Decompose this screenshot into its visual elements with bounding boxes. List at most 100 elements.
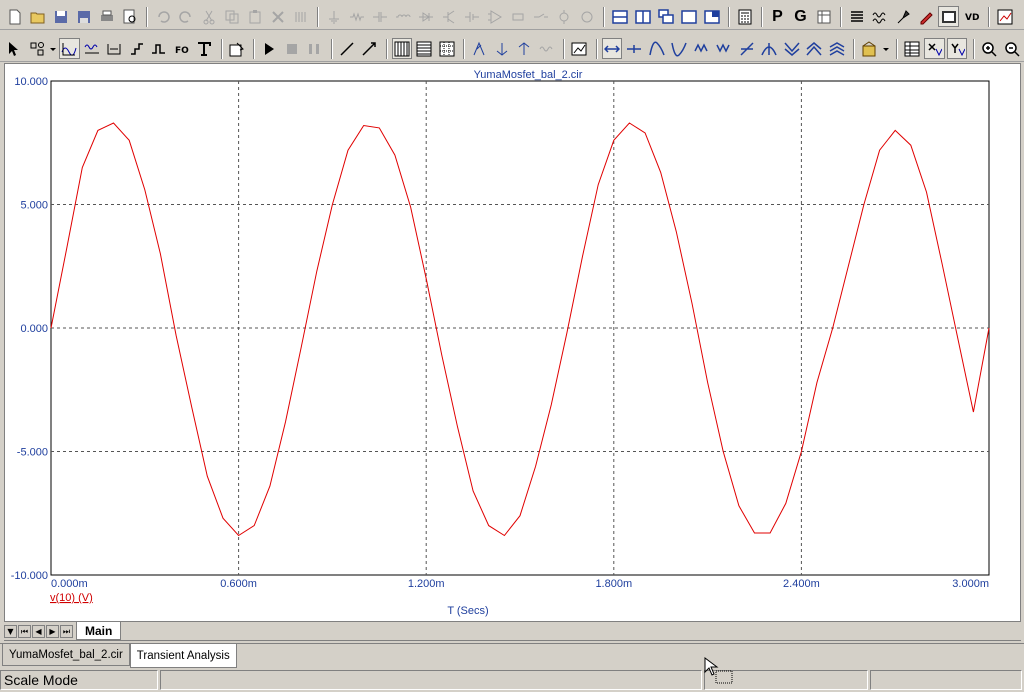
new-file-icon[interactable] <box>4 6 25 27</box>
valley-icon[interactable] <box>669 38 690 59</box>
waveform-icon[interactable] <box>869 6 890 27</box>
opamp-icon[interactable] <box>484 6 505 27</box>
g-button[interactable]: G <box>790 6 811 27</box>
probe-icon[interactable] <box>576 6 597 27</box>
arrow-line-icon[interactable] <box>359 38 380 59</box>
save-icon[interactable] <box>50 6 71 27</box>
cascade-icon[interactable] <box>655 6 676 27</box>
step-icon[interactable] <box>127 38 148 59</box>
undo-icon[interactable] <box>152 6 173 27</box>
table-icon[interactable] <box>902 38 923 59</box>
diode-icon[interactable] <box>415 6 436 27</box>
save-all-icon[interactable] <box>73 6 94 27</box>
ground-icon[interactable] <box>323 6 344 27</box>
maximize-icon[interactable] <box>678 6 699 27</box>
paste-icon[interactable] <box>244 6 265 27</box>
last-sheet-icon[interactable]: ⏭ <box>60 625 73 638</box>
tile-horizontal-icon[interactable] <box>609 6 630 27</box>
wave-zoom-icon[interactable] <box>82 38 103 59</box>
dropdown-arrow-icon[interactable] <box>49 38 57 59</box>
copy-icon[interactable] <box>221 6 242 27</box>
grid-dotted-icon[interactable] <box>437 38 458 59</box>
slope-icon[interactable] <box>737 38 758 59</box>
text-tool-icon[interactable] <box>194 38 215 59</box>
calculator-icon[interactable] <box>734 6 755 27</box>
resistor-icon[interactable] <box>346 6 367 27</box>
package-icon[interactable] <box>859 38 880 59</box>
top-icon[interactable] <box>827 38 848 59</box>
shape-select-icon[interactable] <box>27 38 48 59</box>
high-icon[interactable] <box>692 38 713 59</box>
dropdown-arrow-icon[interactable] <box>882 38 890 59</box>
scope-icon[interactable] <box>938 6 959 27</box>
cursor-x-icon[interactable] <box>924 38 945 59</box>
redo-icon[interactable] <box>175 6 196 27</box>
grid-vertical-icon[interactable] <box>391 38 413 59</box>
cursor-peak-icon[interactable] <box>469 38 490 59</box>
inductor-icon[interactable] <box>392 6 413 27</box>
cursor-high-icon[interactable] <box>514 38 535 59</box>
capacitor-icon[interactable] <box>369 6 390 27</box>
transient-plot[interactable]: YumaMosfet_bal_2.cir 10.000 5.000 0.000 -5.… <box>5 64 1020 622</box>
low-icon[interactable] <box>714 38 735 59</box>
y-tick-label: 10.000 <box>14 76 48 88</box>
block-icon[interactable] <box>507 6 528 27</box>
separator <box>973 38 976 59</box>
global-low-icon[interactable] <box>804 38 825 59</box>
source-icon[interactable] <box>553 6 574 27</box>
document-tabs: YumaMosfet_bal_2.cir Transient Analysis <box>0 643 1024 668</box>
tab-circuit-file[interactable]: YumaMosfet_bal_2.cir <box>2 644 130 666</box>
print-icon[interactable] <box>96 6 117 27</box>
transistor-icon[interactable] <box>438 6 459 27</box>
grid-view-icon[interactable] <box>813 6 834 27</box>
scale-mode-icon[interactable] <box>59 38 80 59</box>
properties-icon[interactable] <box>227 38 248 59</box>
cursor-next-icon[interactable] <box>624 38 645 59</box>
plot-window[interactable]: YumaMosfet_bal_2.cir 10.000 5.000 0.000 -5.… <box>4 63 1021 641</box>
run-icon[interactable] <box>259 38 280 59</box>
list-icon[interactable] <box>846 6 867 27</box>
window-icon[interactable] <box>701 6 722 27</box>
cursor-y-icon[interactable] <box>946 38 968 59</box>
print-preview-icon[interactable] <box>119 6 140 27</box>
wave-disabled-icon[interactable] <box>537 38 558 59</box>
trace-label[interactable]: v(10) (V) <box>50 592 93 604</box>
component-icon[interactable] <box>290 6 311 27</box>
pulse-icon[interactable] <box>149 38 170 59</box>
select-arrow-icon[interactable] <box>4 38 25 59</box>
tab-transient-analysis[interactable]: Transient Analysis <box>129 644 237 668</box>
delete-icon[interactable] <box>267 6 288 27</box>
dropdown-arrow-icon[interactable]: ▼ <box>4 625 17 638</box>
cursor-valley-icon[interactable] <box>492 38 513 59</box>
cut-icon[interactable] <box>198 6 219 27</box>
global-high-icon[interactable] <box>782 38 803 59</box>
analysis-icon[interactable] <box>994 6 1015 27</box>
node-probe-icon[interactable] <box>892 6 913 27</box>
chart-icon[interactable] <box>569 38 590 59</box>
pause-icon[interactable] <box>304 38 325 59</box>
cursor-left-right-icon[interactable] <box>601 38 623 59</box>
separator <box>563 38 566 59</box>
vd-icon[interactable]: VD <box>961 6 982 27</box>
open-folder-icon[interactable] <box>27 6 48 27</box>
battery-icon[interactable] <box>461 6 482 27</box>
stop-icon[interactable] <box>282 38 303 59</box>
inflection-icon[interactable] <box>759 38 780 59</box>
sheet-tab-main[interactable]: Main <box>76 622 122 640</box>
pen-icon[interactable] <box>915 6 936 27</box>
prev-sheet-icon[interactable]: ◀ <box>32 625 45 638</box>
first-sheet-icon[interactable]: ⏮ <box>18 625 31 638</box>
switch-icon[interactable] <box>530 6 551 27</box>
zoom-out-icon[interactable] <box>1002 38 1023 59</box>
fft-icon[interactable]: FO <box>172 38 193 59</box>
trace-v10[interactable] <box>50 122 990 537</box>
zoom-in-icon[interactable] <box>979 38 1000 59</box>
bracket-icon[interactable] <box>104 38 125 59</box>
peak-icon[interactable] <box>647 38 668 59</box>
next-sheet-icon[interactable]: ▶ <box>46 625 59 638</box>
grid-horizontal-icon[interactable] <box>414 38 435 59</box>
x-axis-ticks: 0.000m 0.600m 1.200m 1.800m 2.400m 3.000m <box>51 578 989 590</box>
line-icon[interactable] <box>337 38 358 59</box>
tile-vertical-icon[interactable] <box>632 6 653 27</box>
p-button[interactable]: P <box>767 6 788 27</box>
